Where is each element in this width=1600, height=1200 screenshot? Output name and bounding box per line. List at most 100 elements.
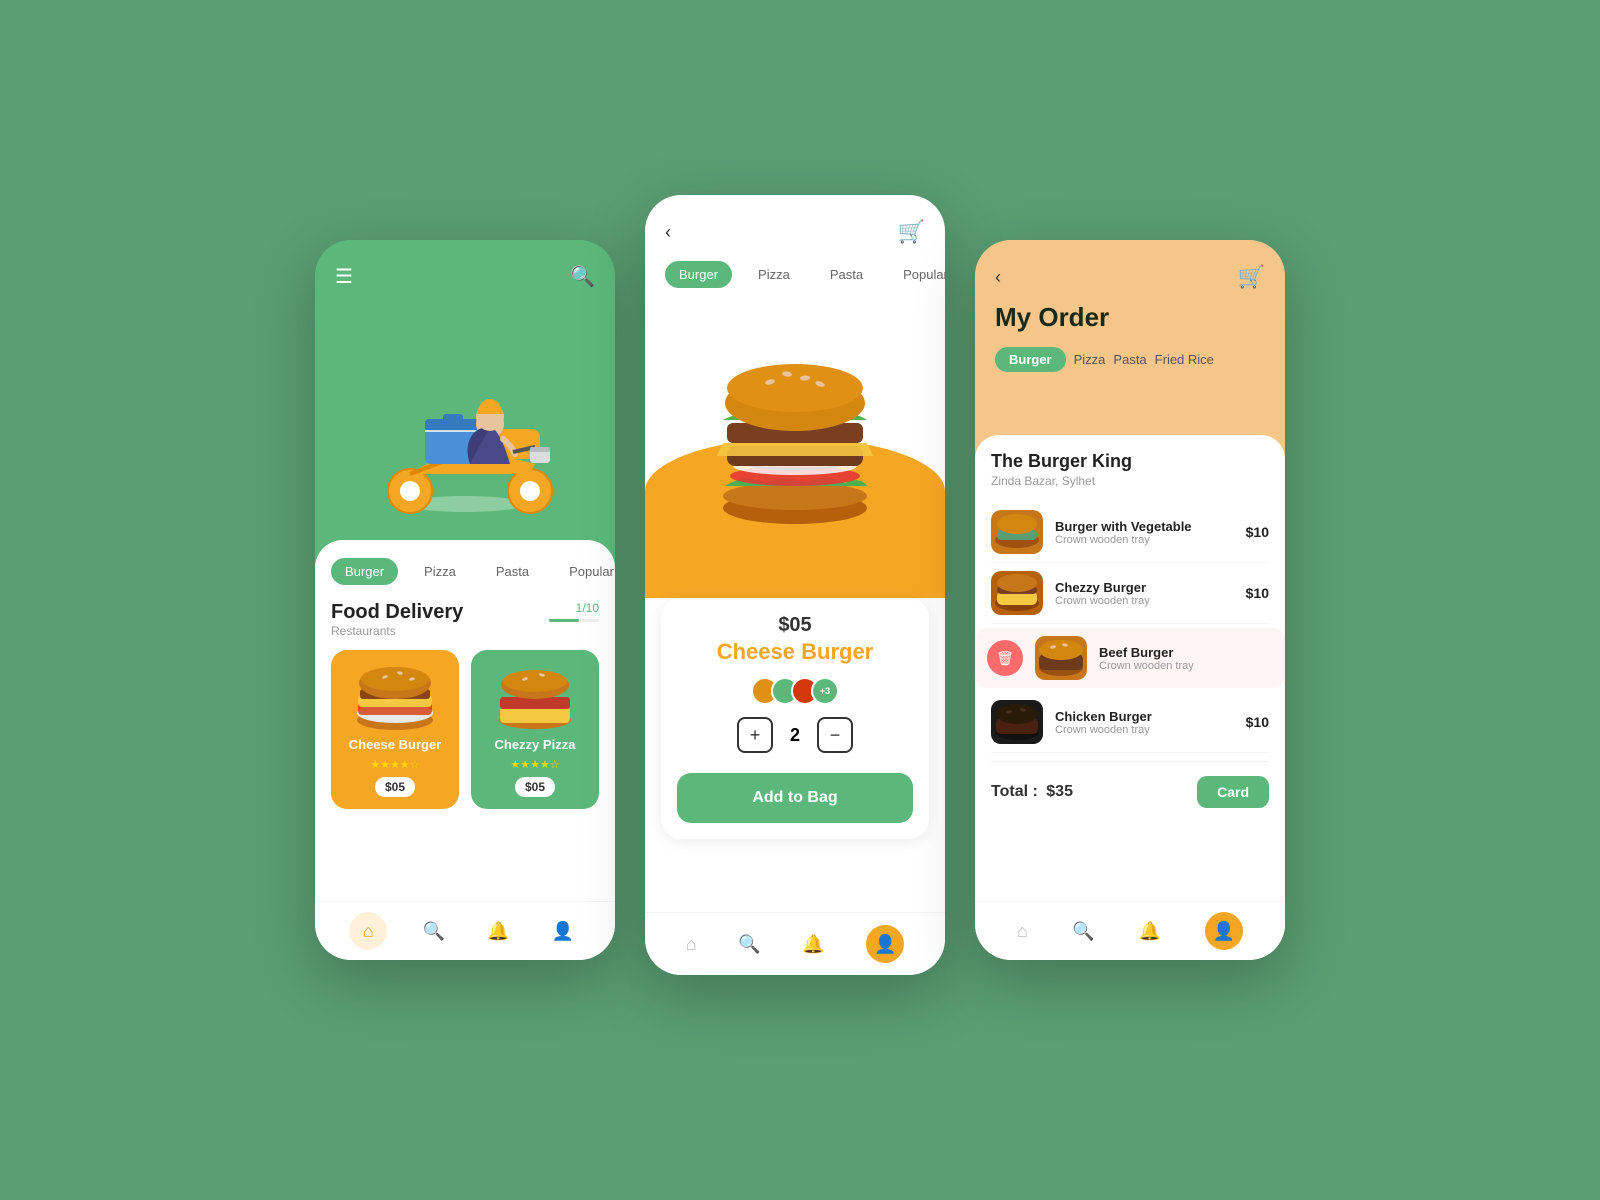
food-cards: Cheese Burger ★★★★☆ $05 (331, 650, 599, 809)
order-item-1: Burger with Vegetable Crown wooden tray … (991, 502, 1269, 563)
tab-pizza-p2[interactable]: Pizza (744, 261, 804, 288)
order-item-4: Chicken Burger Crown wooden tray $10 (991, 692, 1269, 753)
food-card-img-2 (483, 662, 587, 737)
burger-svg-1 (350, 665, 440, 735)
nav-user-p1[interactable]: 👤 (545, 913, 581, 949)
phones-container: ☰ 🔍 (275, 185, 1325, 1015)
tab-burger-p2[interactable]: Burger (665, 261, 732, 288)
tab-pizza-p1[interactable]: Pizza (410, 558, 470, 585)
big-burger-svg (705, 308, 885, 528)
phone3: ‹ 🛒 My Order Burger Pizza Pasta Fried Ri… (975, 240, 1285, 960)
tab-pizza-p3[interactable]: Pizza (1074, 352, 1106, 367)
order-svg-4 (991, 700, 1043, 744)
order-info-3: Beef Burger Crown wooden tray (1099, 645, 1273, 672)
big-burger (705, 308, 885, 533)
tab-friedrice-p3[interactable]: Fried Rice (1155, 352, 1214, 367)
food-stars-2: ★★★★☆ (483, 758, 587, 771)
tab-burger-p1[interactable]: Burger (331, 558, 398, 585)
phone2: ‹ 🛒 Burger Pizza Pasta Popular (645, 195, 945, 975)
phone1-tabs: Burger Pizza Pasta Popular (331, 558, 599, 585)
order-info-4: Chicken Burger Crown wooden tray (1055, 709, 1246, 736)
avatar-more: +3 (811, 677, 839, 705)
food-card-name-1: Cheese Burger (343, 737, 447, 752)
phone3-header: ‹ 🛒 (995, 264, 1265, 290)
delete-btn[interactable]: 🗑 (987, 640, 1023, 676)
phone3-body: The Burger King Zinda Bazar, Sylhet Burg… (975, 435, 1285, 960)
phone1: ☰ 🔍 (315, 240, 615, 960)
tab-pasta-p3[interactable]: Pasta (1113, 352, 1146, 367)
pizza-svg (490, 665, 580, 735)
scooter-illustration (335, 299, 595, 539)
section-title: Food Delivery (331, 601, 463, 624)
qty-minus-btn[interactable]: − (817, 717, 853, 753)
tab-popular-p2[interactable]: Popular (889, 261, 945, 288)
hamburger-icon[interactable]: ☰ (335, 264, 353, 289)
nav-search-p3[interactable]: 🔍 (1072, 921, 1094, 942)
tab-popular-p1[interactable]: Popular (555, 558, 615, 585)
nav-home-p3[interactable]: ⌂ (1017, 921, 1028, 942)
cart-icon-p3[interactable]: 🛒 (1238, 264, 1265, 290)
card-btn[interactable]: Card (1197, 776, 1269, 808)
order-svg-3 (1035, 636, 1087, 680)
phone3-tabs: Burger Pizza Pasta Fried Rice (995, 347, 1265, 372)
phone1-header: ☰ 🔍 (335, 264, 595, 289)
order-price-2: $10 (1246, 585, 1269, 601)
food-card-name-2: Chezzy Pizza (483, 737, 587, 752)
food-card-cheese-burger[interactable]: Cheese Burger ★★★★☆ $05 (331, 650, 459, 809)
total-amount: $35 (1046, 783, 1073, 800)
restaurant-name: The Burger King (991, 451, 1269, 472)
order-item-2: Chezzy Burger Crown wooden tray $10 (991, 563, 1269, 624)
pagination: 1/10 (549, 601, 599, 615)
phone3-top: ‹ 🛒 My Order Burger Pizza Pasta Fried Ri… (975, 240, 1285, 388)
nav-search-p2[interactable]: 🔍 (738, 934, 760, 955)
nav-bell-p2[interactable]: 🔔 (802, 934, 824, 955)
search-icon[interactable]: 🔍 (570, 264, 595, 289)
back-icon-p2[interactable]: ‹ (665, 222, 671, 243)
nav-home-p1[interactable]: ⌂ (349, 912, 387, 950)
total-row: Total : $35 Card (991, 761, 1269, 808)
section-header: Food Delivery Restaurants 1/10 (331, 601, 599, 638)
phone2-tabs: Burger Pizza Pasta Popular (645, 261, 945, 288)
qty-plus-btn[interactable]: + (737, 717, 773, 753)
order-info-1: Burger with Vegetable Crown wooden tray (1055, 519, 1246, 546)
qty-value: 2 (785, 725, 805, 746)
back-icon-p3[interactable]: ‹ (995, 267, 1001, 288)
user-avatars: +3 (677, 677, 913, 705)
phone1-bottom: Burger Pizza Pasta Popular Food Delivery… (315, 540, 615, 960)
order-svg-2 (991, 571, 1043, 615)
product-price: $05 (677, 614, 913, 637)
order-price-1: $10 (1246, 524, 1269, 540)
section-subtitle: Restaurants (331, 624, 463, 638)
nav-search-p1[interactable]: 🔍 (416, 913, 452, 949)
phone2-product-card: $05 Cheese Burger +3 + 2 − Add to Bag (661, 598, 929, 839)
my-order-title: My Order (995, 302, 1265, 333)
phone2-header: ‹ 🛒 (645, 195, 945, 261)
order-info-2: Chezzy Burger Crown wooden tray (1055, 580, 1246, 607)
cart-icon-p2[interactable]: 🛒 (898, 219, 925, 245)
nav-home-p2[interactable]: ⌂ (686, 934, 697, 955)
scooter-svg (335, 319, 595, 519)
order-img-3 (1035, 636, 1087, 680)
nav-bell-p1[interactable]: 🔔 (480, 913, 516, 949)
nav-user-p3[interactable]: 👤 (1205, 912, 1243, 950)
tab-burger-p3[interactable]: Burger (995, 347, 1066, 372)
nav-user-p2[interactable]: 👤 (866, 925, 904, 963)
phone3-bottom-nav: ⌂ 🔍 🔔 👤 (975, 901, 1285, 960)
restaurant-location: Zinda Bazar, Sylhet (991, 474, 1269, 488)
product-name: Cheese Burger (677, 639, 913, 665)
order-item-3: 🗑 Beef Burger Crown wooden tray (975, 628, 1285, 688)
order-img-4 (991, 700, 1043, 744)
tab-pasta-p1[interactable]: Pasta (482, 558, 543, 585)
nav-bell-p3[interactable]: 🔔 (1138, 921, 1160, 942)
phone1-top: ☰ 🔍 (315, 240, 615, 560)
food-card-chezzy-pizza[interactable]: Chezzy Pizza ★★★★☆ $05 (471, 650, 599, 809)
order-img-1 (991, 510, 1043, 554)
add-to-bag-btn[interactable]: Add to Bag (677, 773, 913, 823)
food-price-1: $05 (375, 777, 415, 797)
tab-pasta-p2[interactable]: Pasta (816, 261, 877, 288)
order-svg-1 (991, 510, 1043, 554)
phone2-hero (645, 298, 945, 598)
qty-controls: + 2 − (677, 717, 913, 753)
order-img-2 (991, 571, 1043, 615)
progress-bar-container (549, 619, 599, 622)
